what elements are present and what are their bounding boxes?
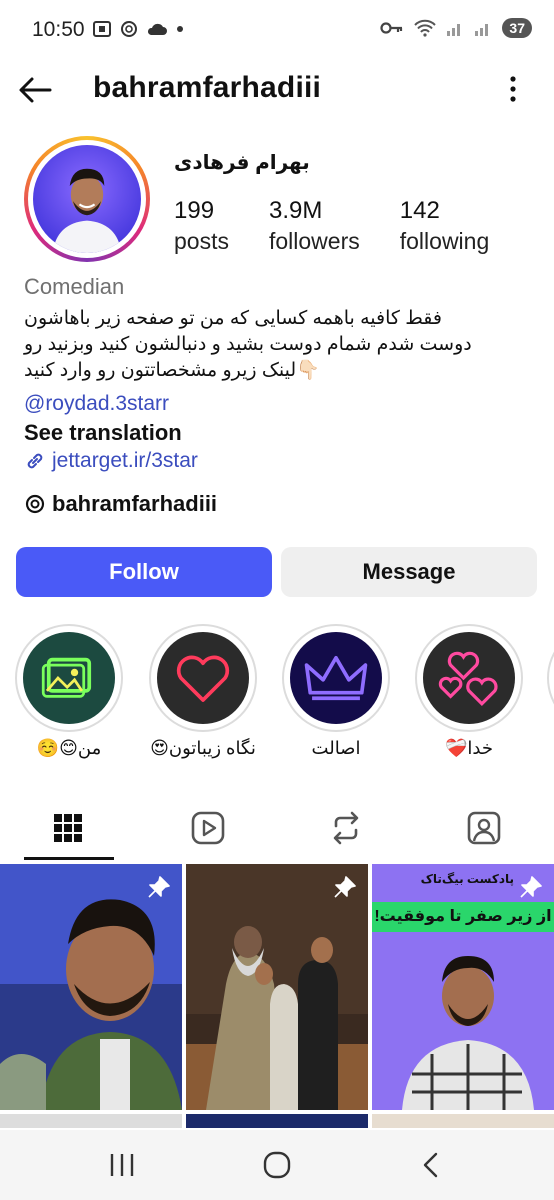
highlight-item[interactable]: اصالت bbox=[281, 624, 391, 759]
profile-stats: 199 posts 3.9M followers 142 following bbox=[174, 196, 529, 256]
neon-heart-icon bbox=[157, 632, 249, 724]
post-image bbox=[372, 864, 554, 1110]
wifi-icon bbox=[414, 19, 437, 37]
threads-icon bbox=[121, 21, 137, 37]
threads-icon bbox=[25, 494, 45, 514]
see-translation-link[interactable]: See translation bbox=[24, 420, 182, 446]
cloud-icon bbox=[147, 23, 167, 35]
key-icon bbox=[380, 22, 403, 34]
bio-line: فقط کافیه باهمه کسایی که من تو صفحه زیر … bbox=[24, 308, 442, 329]
pin-icon bbox=[334, 876, 356, 898]
bio-external-link[interactable]: jettarget.ir/3star bbox=[24, 449, 198, 473]
grid-icon[interactable] bbox=[48, 808, 88, 848]
home-button[interactable] bbox=[257, 1148, 297, 1182]
stat-following-value: 142 bbox=[399, 197, 440, 224]
post-image bbox=[0, 864, 182, 1110]
neon-crown-icon bbox=[290, 632, 382, 724]
battery-indicator: 37 bbox=[502, 18, 532, 38]
more-vertical-icon[interactable] bbox=[508, 74, 518, 104]
tagged-icon[interactable] bbox=[464, 808, 504, 848]
profile-header: bahramfarhadiii bbox=[0, 62, 554, 118]
highlight-label: من😊☺️ bbox=[36, 738, 102, 758]
stat-followers[interactable]: 3.9M followers bbox=[269, 196, 360, 256]
post-thumbnail[interactable] bbox=[0, 1114, 182, 1128]
pin-icon bbox=[520, 876, 542, 898]
avatar-story-ring[interactable] bbox=[24, 136, 150, 262]
screenshot-icon bbox=[93, 21, 111, 37]
back-button[interactable] bbox=[412, 1148, 452, 1182]
status-bar: 10:50 37 bbox=[0, 0, 554, 60]
recents-button[interactable] bbox=[102, 1148, 142, 1182]
system-nav-bar bbox=[0, 1130, 554, 1200]
status-time: 10:50 bbox=[32, 18, 85, 41]
post-thumbnail[interactable] bbox=[372, 1114, 554, 1128]
follow-button[interactable]: Follow bbox=[16, 547, 272, 597]
page-title-username: bahramfarhadiii bbox=[93, 71, 322, 104]
signal-icon bbox=[447, 24, 461, 36]
stat-followers-label: followers bbox=[268, 228, 360, 254]
bio-line: دوست شدم شمام دوست بشید و دنبالشون کنید … bbox=[24, 334, 472, 355]
profile-tabs bbox=[0, 800, 554, 862]
reels-icon[interactable] bbox=[188, 808, 228, 848]
highlight-item[interactable] bbox=[546, 624, 554, 732]
message-button[interactable]: Message bbox=[281, 547, 537, 597]
link-text: jettarget.ir/3star bbox=[52, 449, 198, 472]
bio-line: 👇🏻لینک زیرو مشخصاتتون رو وارد کنید bbox=[24, 360, 320, 381]
back-arrow-icon[interactable] bbox=[18, 72, 54, 108]
threads-handle: bahramfarhadiii bbox=[52, 491, 218, 516]
highlight-label: اصالت bbox=[311, 738, 361, 758]
story-highlights: من😊☺️ نگاه زیباتون😍 اصالت bbox=[0, 624, 554, 774]
profile-bio: فقط کافیه باهمه کسایی که من تو صفحه زیر … bbox=[24, 306, 524, 384]
signal-icon bbox=[475, 24, 489, 36]
highlight-item[interactable]: خدا❤️‍🩹 bbox=[414, 624, 524, 759]
avatar bbox=[33, 145, 141, 253]
link-icon bbox=[27, 453, 43, 469]
stat-followers-value: 3.9M bbox=[268, 197, 323, 224]
bio-mention-link[interactable]: @roydad.3starr bbox=[24, 392, 169, 416]
highlight-label: نگاه زیباتون😍 bbox=[150, 738, 256, 758]
post-thumbnail[interactable]: پادکست بیگ‌تاک از زیر صفر تا موفقیت! bbox=[372, 864, 554, 1110]
stat-posts[interactable]: 199 posts bbox=[174, 196, 229, 256]
post-image bbox=[186, 864, 368, 1110]
profile-full-name: بهرام فرهادی bbox=[174, 152, 310, 174]
highlight-item[interactable]: نگاه زیباتون😍 bbox=[148, 624, 258, 759]
highlight-label: خدا❤️‍🩹 bbox=[445, 738, 493, 758]
neon-photo-icon bbox=[23, 632, 115, 724]
mention-text: @roydad.3starr bbox=[24, 392, 170, 415]
stat-posts-value: 199 bbox=[174, 197, 215, 224]
dot-icon bbox=[177, 26, 183, 32]
neon-hearts-icon bbox=[423, 632, 515, 724]
threads-badge[interactable]: bahramfarhadiii bbox=[24, 491, 217, 517]
status-right-icons: 37 bbox=[380, 18, 532, 38]
highlight-item[interactable]: من😊☺️ bbox=[14, 624, 124, 759]
pin-icon bbox=[148, 876, 170, 898]
stat-posts-label: posts bbox=[174, 228, 229, 254]
active-tab-indicator bbox=[24, 857, 114, 860]
post-thumbnail[interactable] bbox=[186, 864, 368, 1110]
reposts-icon[interactable] bbox=[326, 808, 366, 848]
posts-grid: پادکست بیگ‌تاک از زیر صفر تا موفقیت! bbox=[0, 864, 554, 1128]
post-overlay-banner: از زیر صفر تا موفقیت! bbox=[372, 902, 554, 932]
profile-category: Comedian bbox=[24, 274, 125, 299]
status-left-icons bbox=[92, 20, 184, 38]
stat-following-label: following bbox=[399, 228, 490, 254]
stat-following[interactable]: 142 following bbox=[400, 196, 490, 256]
post-thumbnail[interactable] bbox=[0, 864, 182, 1110]
post-thumbnail[interactable] bbox=[186, 1114, 368, 1128]
